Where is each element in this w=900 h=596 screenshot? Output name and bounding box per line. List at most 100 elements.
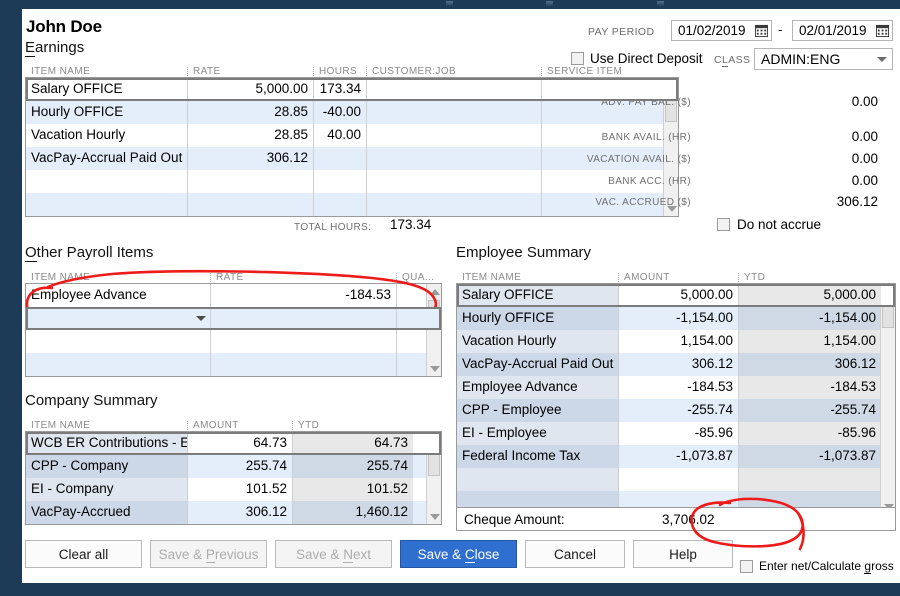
cell-amount[interactable]: -1,154.00 bbox=[619, 307, 739, 330]
cell-item[interactable]: Employee Advance bbox=[457, 376, 619, 399]
earnings-grid-body[interactable]: Salary OFFICE 5,000.00 173.34 Hourly OFFICE… bbox=[25, 77, 679, 217]
table-row[interactable]: EI - Employee -85.96 -85.96 bbox=[457, 422, 895, 445]
cell-amount[interactable]: -184.53 bbox=[619, 376, 739, 399]
cell-rate[interactable]: 5,000.00 bbox=[188, 78, 314, 101]
col-header-rate[interactable]: RATE bbox=[210, 272, 396, 283]
col-header-ytd[interactable]: YTD bbox=[292, 420, 442, 431]
cell-amount[interactable] bbox=[619, 468, 739, 491]
col-header-customer-job[interactable]: CUSTOMER:JOB bbox=[366, 66, 541, 77]
cell-ytd[interactable]: -1,154.00 bbox=[739, 307, 881, 330]
table-row[interactable]: Federal Income Tax -1,073.87 -1,073.87 bbox=[457, 445, 895, 468]
table-row[interactable]: Employee Advance -184.53 bbox=[26, 284, 441, 307]
pay-period-start-input[interactable]: 01/02/2019 bbox=[671, 20, 772, 41]
cell-rate[interactable] bbox=[211, 353, 397, 376]
cell-item[interactable]: CPP - Company bbox=[26, 455, 188, 478]
col-header-amount[interactable]: AMOUNT bbox=[618, 272, 738, 283]
col-header-rate[interactable]: RATE bbox=[187, 66, 313, 77]
cell-amount[interactable]: 306.12 bbox=[619, 353, 739, 376]
table-row[interactable]: Salary OFFICE 5,000.00 5,000.00 bbox=[457, 284, 895, 307]
table-row[interactable] bbox=[26, 193, 678, 216]
table-row[interactable] bbox=[26, 330, 441, 353]
cell-item[interactable] bbox=[457, 468, 619, 491]
cell-qty[interactable] bbox=[397, 307, 428, 330]
employee-summary-grid-body[interactable]: Salary OFFICE 5,000.00 5,000.00 Hourly OFFI… bbox=[456, 283, 896, 515]
cell-ytd[interactable]: 306.12 bbox=[739, 353, 881, 376]
cell-item[interactable]: Salary OFFICE bbox=[457, 284, 619, 307]
cancel-button[interactable]: Cancel bbox=[525, 540, 625, 568]
cell-qty[interactable] bbox=[397, 330, 428, 353]
table-row[interactable]: EI - Company 101.52 101.52 bbox=[26, 478, 441, 501]
cell-customer_job[interactable] bbox=[367, 124, 542, 147]
cell-hours[interactable]: 173.34 bbox=[314, 78, 367, 101]
cell-item[interactable]: EI - Employee bbox=[457, 422, 619, 445]
table-row[interactable]: CPP - Company 255.74 255.74 bbox=[26, 455, 441, 478]
cell-item[interactable]: Vacation Hourly bbox=[26, 124, 188, 147]
table-row[interactable]: WCB ER Contributions - E... 64.73 64.73 bbox=[26, 432, 441, 455]
do-not-accrue-checkbox[interactable]: Do not accrue bbox=[717, 217, 821, 232]
cell-item[interactable]: WCB ER Contributions - E... bbox=[26, 432, 188, 455]
table-row[interactable]: Hourly OFFICE 28.85 -40.00 bbox=[26, 101, 678, 124]
checkbox-box[interactable] bbox=[717, 218, 730, 231]
class-dropdown[interactable]: ADMIN:ENG bbox=[754, 48, 893, 70]
table-row[interactable]: Vacation Hourly 28.85 40.00 bbox=[26, 124, 678, 147]
cell-ytd[interactable]: -255.74 bbox=[739, 399, 881, 422]
cell-amount[interactable]: -255.74 bbox=[619, 399, 739, 422]
dropdown-caret-icon[interactable] bbox=[196, 316, 206, 321]
cell-rate[interactable] bbox=[188, 170, 314, 193]
cell-customer_job[interactable] bbox=[367, 193, 542, 216]
table-row[interactable]: Employee Advance -184.53 -184.53 bbox=[457, 376, 895, 399]
cell-ytd[interactable]: 64.73 bbox=[293, 432, 413, 455]
table-row[interactable]: Vacation Hourly 1,154.00 1,154.00 bbox=[457, 330, 895, 353]
cell-hours[interactable] bbox=[314, 170, 367, 193]
table-row[interactable]: VacPay-Accrued 306.12 1,460.12 bbox=[26, 501, 441, 524]
table-row[interactable]: CPP - Employee -255.74 -255.74 bbox=[457, 399, 895, 422]
cell-item[interactable]: VacPay-Accrued bbox=[26, 501, 188, 524]
table-row[interactable] bbox=[26, 353, 441, 376]
cell-service_item[interactable] bbox=[542, 78, 666, 101]
cell-rate[interactable]: 28.85 bbox=[188, 101, 314, 124]
cell-item[interactable] bbox=[26, 193, 188, 216]
cell-item[interactable]: Vacation Hourly bbox=[457, 330, 619, 353]
cell-amount[interactable]: -85.96 bbox=[619, 422, 739, 445]
cell-ytd[interactable] bbox=[739, 468, 881, 491]
col-header-ytd[interactable]: YTD bbox=[738, 272, 896, 283]
cell-customer_job[interactable] bbox=[367, 101, 542, 124]
cell-ytd[interactable]: 1,154.00 bbox=[739, 330, 881, 353]
cell-hours[interactable]: -40.00 bbox=[314, 101, 367, 124]
cell-amount[interactable]: 5,000.00 bbox=[619, 284, 739, 307]
cell-hours[interactable]: 40.00 bbox=[314, 124, 367, 147]
cell-item[interactable]: VacPay-Accrual Paid Out bbox=[26, 147, 188, 170]
cell-amount[interactable]: -1,073.87 bbox=[619, 445, 739, 468]
table-row[interactable]: Salary OFFICE 5,000.00 173.34 bbox=[26, 78, 678, 101]
table-row[interactable]: VacPay-Accrual Paid Out 306.12 306.12 bbox=[457, 353, 895, 376]
cell-ytd[interactable]: 101.52 bbox=[293, 478, 413, 501]
scroll-down-arrow-icon[interactable] bbox=[427, 509, 441, 524]
calendar-icon[interactable] bbox=[755, 24, 768, 37]
cell-rate[interactable]: 28.85 bbox=[188, 124, 314, 147]
cell-item[interactable]: Employee Advance bbox=[26, 284, 211, 307]
help-button[interactable]: Help bbox=[633, 540, 733, 568]
chevron-down-icon[interactable] bbox=[877, 56, 887, 62]
cell-ytd[interactable]: 5,000.00 bbox=[739, 284, 881, 307]
enter-net-calculate-gross-checkbox[interactable]: Enter net/Calculate gross bbox=[740, 559, 894, 574]
cell-item[interactable] bbox=[26, 170, 188, 193]
cell-customer_job[interactable] bbox=[367, 170, 542, 193]
cell-amount[interactable]: 1,154.00 bbox=[619, 330, 739, 353]
clear-all-button[interactable]: Clear all bbox=[25, 540, 142, 568]
cell-hours[interactable] bbox=[314, 193, 367, 216]
col-header-item-name[interactable]: ITEM NAME bbox=[25, 272, 210, 283]
cell-rate[interactable]: 306.12 bbox=[188, 147, 314, 170]
cell-amount[interactable]: 64.73 bbox=[188, 432, 293, 455]
col-header-hours[interactable]: HOURS bbox=[313, 66, 366, 77]
cell-item[interactable]: Hourly OFFICE bbox=[457, 307, 619, 330]
table-row[interactable]: Hourly OFFICE -1,154.00 -1,154.00 bbox=[457, 307, 895, 330]
cell-item[interactable]: Hourly OFFICE bbox=[26, 101, 188, 124]
col-header-item-name[interactable]: ITEM NAME bbox=[25, 420, 187, 431]
cell-item[interactable]: Federal Income Tax bbox=[457, 445, 619, 468]
cell-rate[interactable] bbox=[188, 193, 314, 216]
col-header-amount[interactable]: AMOUNT bbox=[187, 420, 292, 431]
cell-qty[interactable] bbox=[397, 353, 428, 376]
cell-customer_job[interactable] bbox=[367, 147, 542, 170]
scroll-down-arrow-icon[interactable] bbox=[427, 361, 441, 376]
calendar-icon[interactable] bbox=[876, 24, 889, 37]
